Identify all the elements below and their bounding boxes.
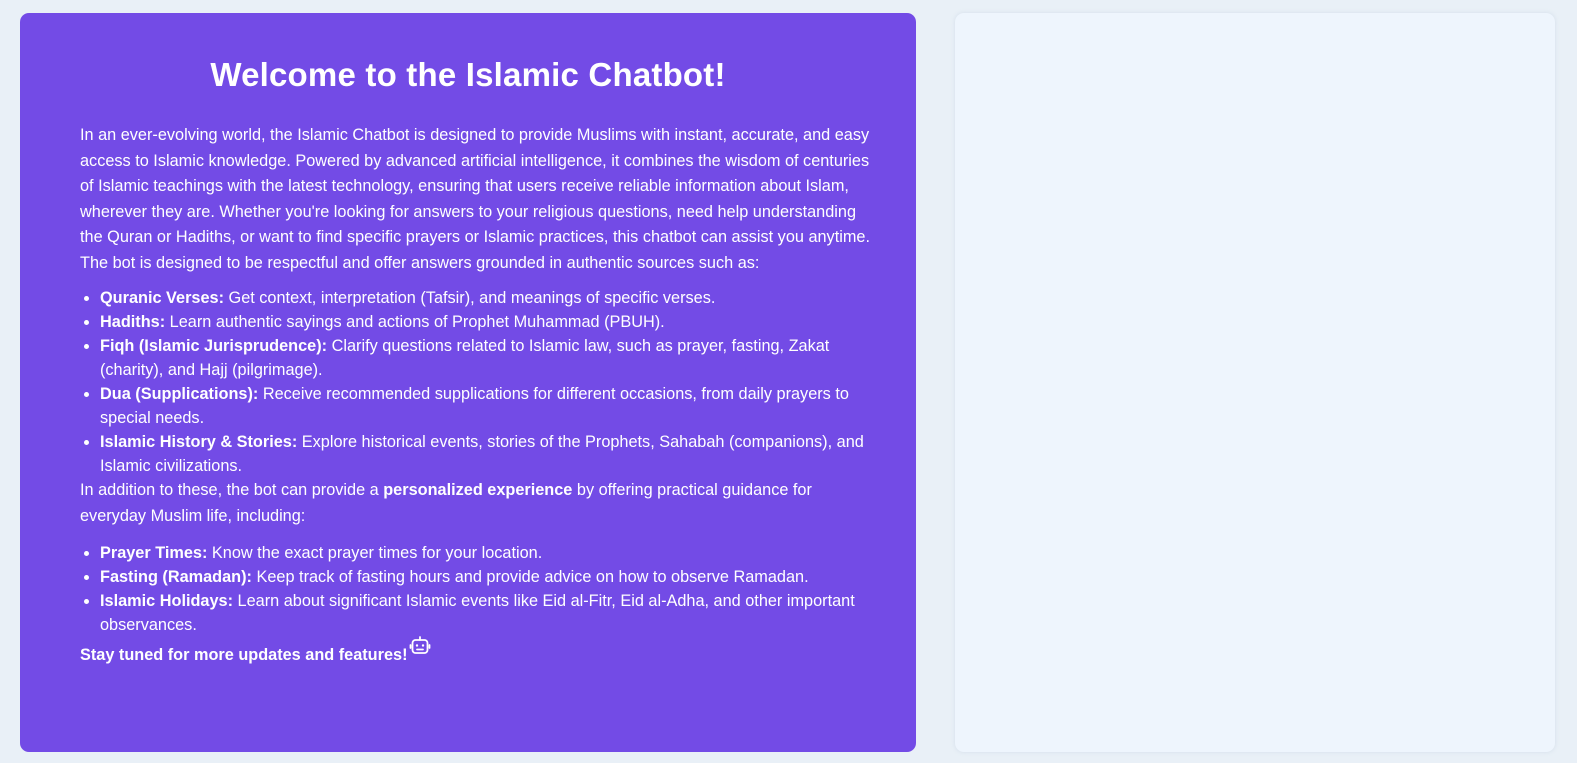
list-item: Islamic Holidays: Learn about significan… xyxy=(100,589,900,637)
intro-paragraph: In an ever-evolving world, the Islamic C… xyxy=(80,126,870,272)
stay-tuned-message: Stay tuned for more updates and features… xyxy=(80,636,876,667)
list-item: Quranic Verses: Get context, interpretat… xyxy=(100,286,880,310)
robot-icon xyxy=(409,635,431,657)
list-item-desc: Learn authentic sayings and actions of P… xyxy=(165,313,665,331)
list-item-term: Fasting (Ramadan): xyxy=(100,568,252,586)
list-item-term: Islamic Holidays: xyxy=(100,592,234,610)
list-item-term: Dua (Supplications): xyxy=(100,385,259,403)
list-item: Islamic History & Stories: Explore histo… xyxy=(100,430,880,478)
list-item-desc: Know the exact prayer times for your loc… xyxy=(207,544,543,562)
list-item: Hadiths: Learn authentic sayings and act… xyxy=(100,310,880,334)
list-item-term: Fiqh (Islamic Jurisprudence): xyxy=(100,337,328,355)
stay-tuned-text: Stay tuned for more updates and features… xyxy=(80,646,408,664)
chat-panel xyxy=(955,13,1555,752)
list-item: Fiqh (Islamic Jurisprudence): Clarify qu… xyxy=(100,334,880,382)
welcome-title: Welcome to the Islamic Chatbot! xyxy=(210,56,726,93)
list-item-term: Quranic Verses: xyxy=(100,289,224,307)
list-item-desc: Get context, interpretation (Tafsir), an… xyxy=(224,289,716,307)
list-item: Dua (Supplications): Receive recommended… xyxy=(100,382,880,430)
list-item-term: Prayer Times: xyxy=(100,544,208,562)
list-item: Prayer Times: Know the exact prayer time… xyxy=(100,541,900,565)
list-item: Fasting (Ramadan): Keep track of fasting… xyxy=(100,565,900,589)
list-item-term: Hadiths: xyxy=(100,313,166,331)
welcome-card: Welcome to the Islamic Chatbot! In an ev… xyxy=(20,13,916,752)
guidance-paragraph-text: In addition to these, the bot can provid… xyxy=(80,481,384,499)
guidance-paragraph-emphasis: personalized experience xyxy=(383,481,573,499)
list-item-term: Islamic History & Stories: xyxy=(100,433,298,451)
guidance-list: Prayer Times: Know the exact prayer time… xyxy=(80,541,900,637)
list-item-desc: Keep track of fasting hours and provide … xyxy=(251,568,809,586)
source-list: Quranic Verses: Get context, interpretat… xyxy=(80,286,880,478)
page: Welcome to the Islamic Chatbot! In an ev… xyxy=(0,0,1577,763)
guidance-paragraph: In addition to these, the bot can provid… xyxy=(80,478,880,529)
